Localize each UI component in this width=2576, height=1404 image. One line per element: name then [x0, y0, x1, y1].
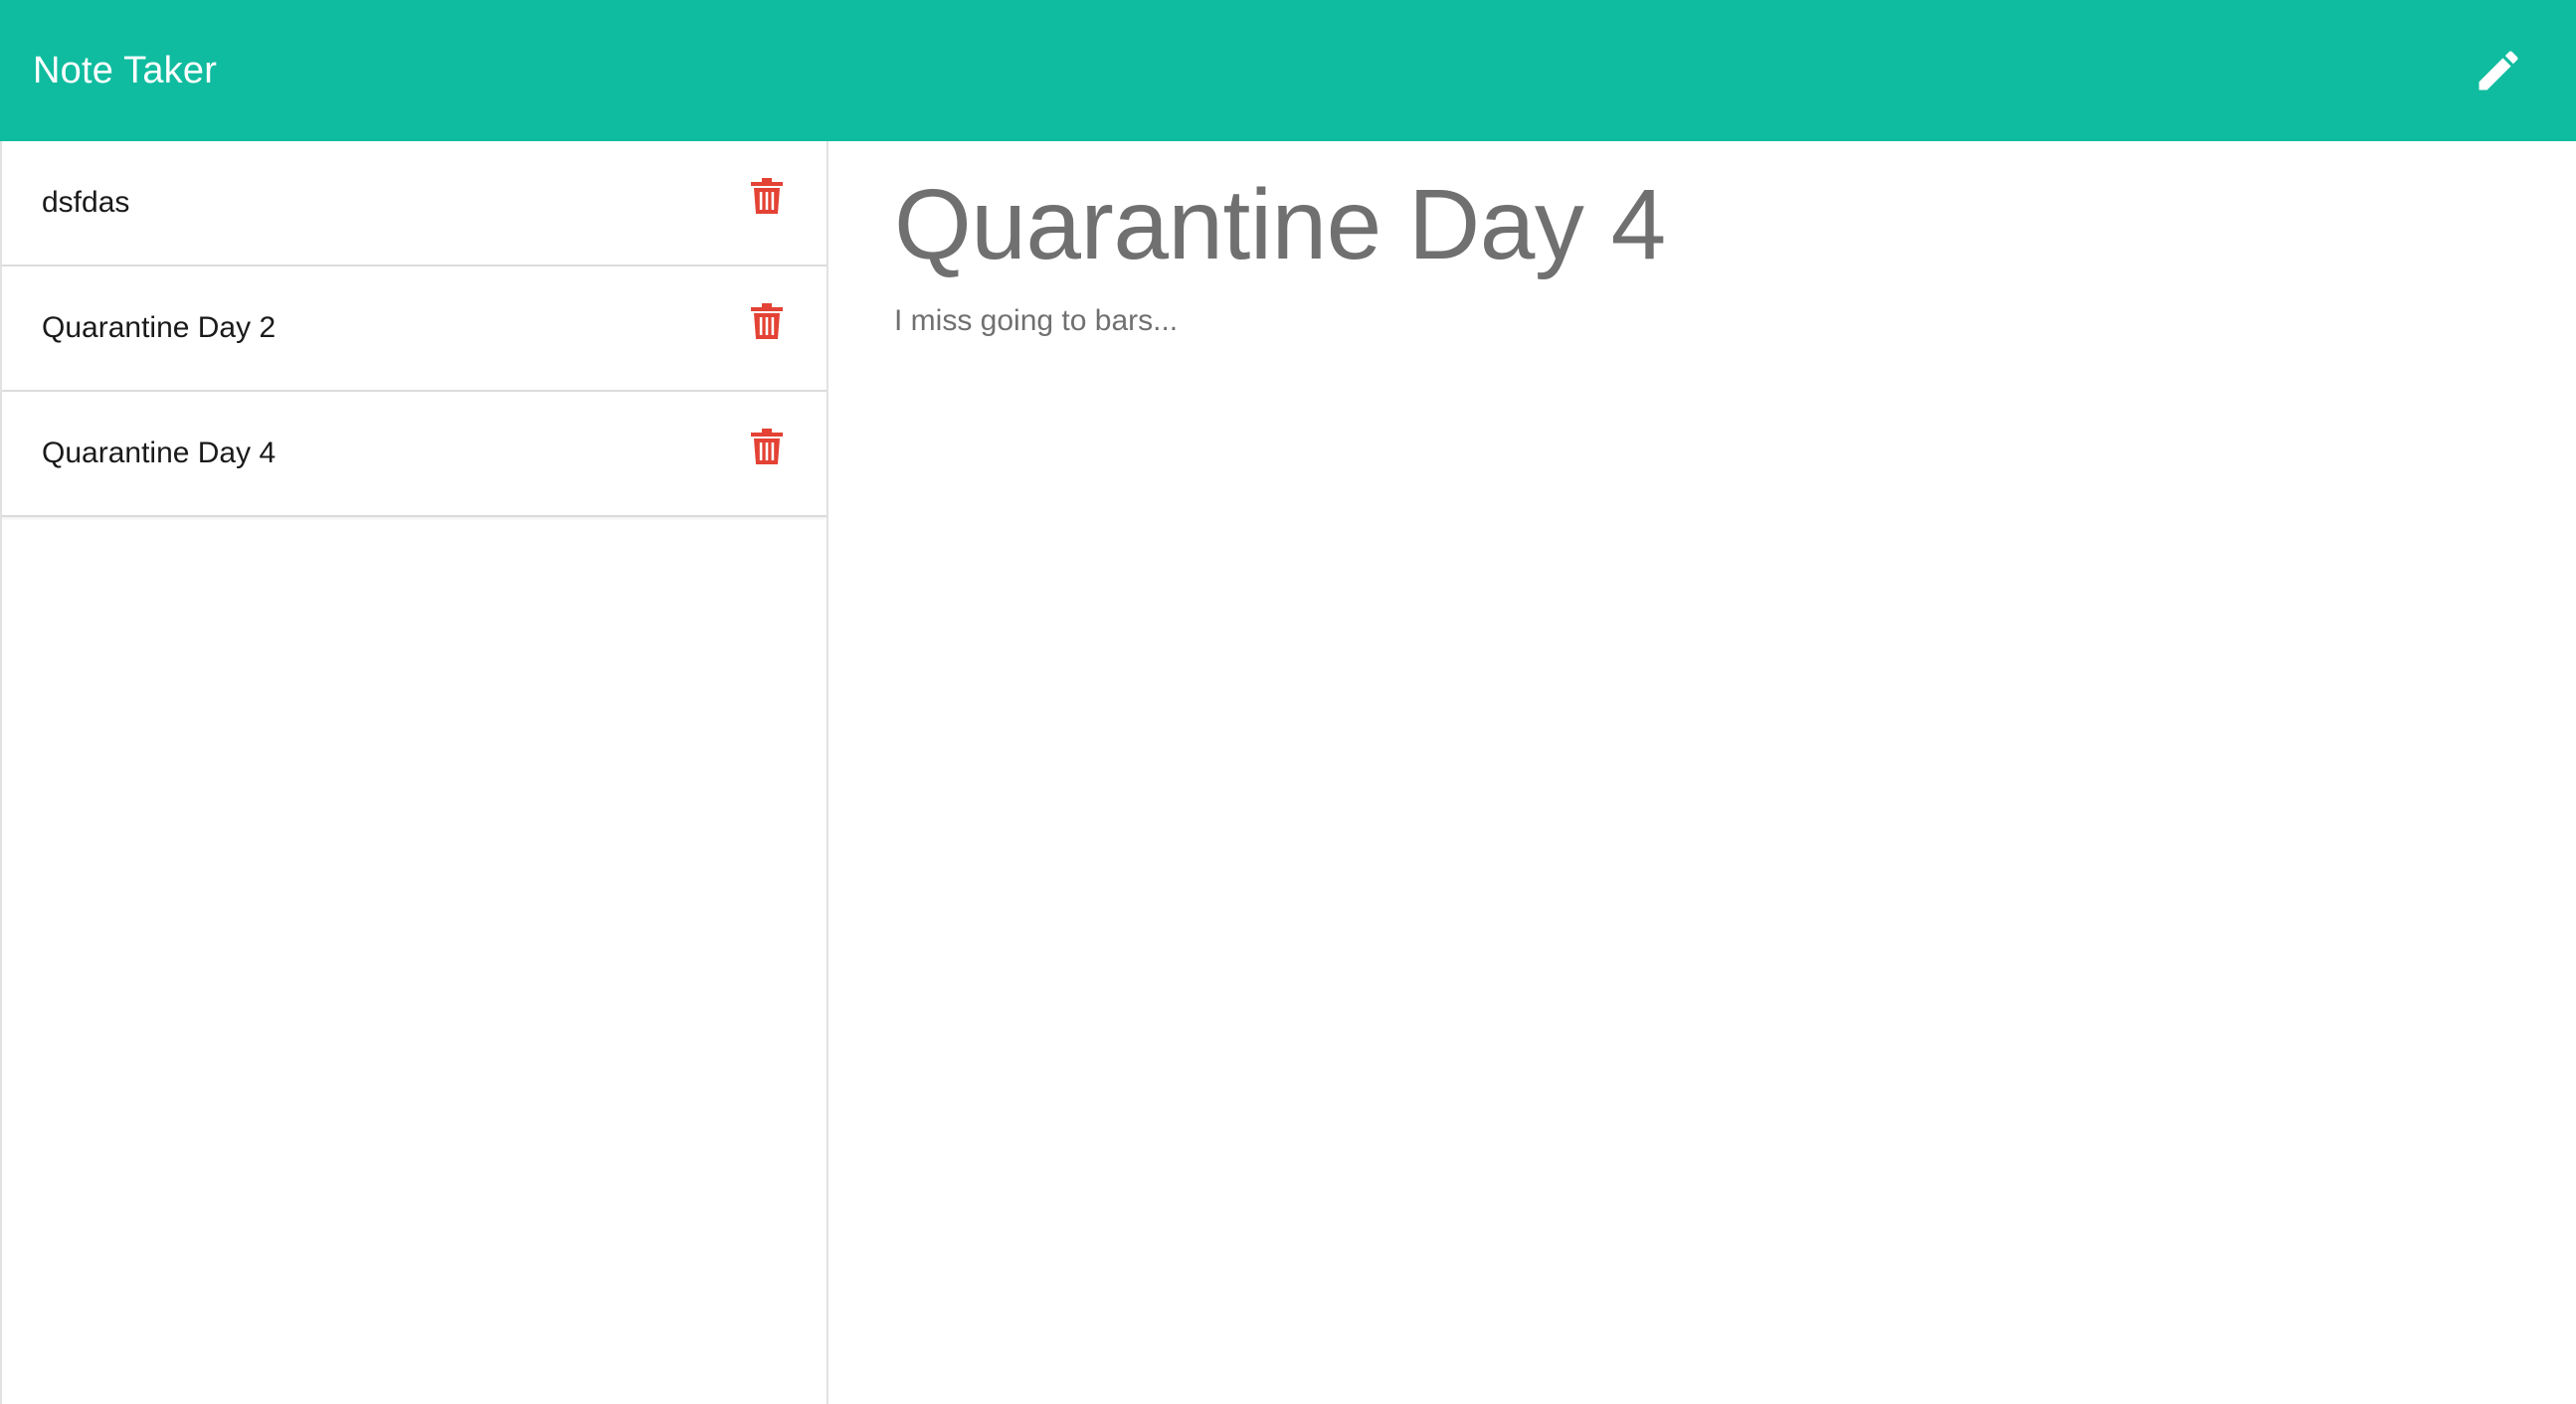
- delete-note-button[interactable]: [743, 172, 791, 220]
- brand-link[interactable]: Note Taker: [33, 50, 217, 92]
- note-text-field[interactable]: I miss going to bars...: [894, 304, 2512, 338]
- note-list: dsfdas Quarantine Day 2 Quarantine Day 4: [2, 141, 827, 517]
- note-title: Quarantine Day 4: [42, 437, 276, 469]
- note-editor: Quarantine Day 4 I miss going to bars...: [830, 141, 2576, 1404]
- navbar: Note Taker: [0, 0, 2576, 141]
- list-item[interactable]: Quarantine Day 4: [2, 392, 827, 517]
- trash-icon: [751, 303, 783, 339]
- trash-icon: [751, 429, 783, 464]
- pencil-icon: [2479, 51, 2518, 90]
- note-title: Quarantine Day 2: [42, 311, 276, 344]
- list-item[interactable]: dsfdas: [2, 141, 827, 266]
- new-note-button[interactable]: [2461, 33, 2536, 108]
- delete-note-button[interactable]: [743, 297, 791, 345]
- note-list-sidebar: dsfdas Quarantine Day 2 Quarantine Day 4: [0, 141, 828, 1404]
- delete-note-button[interactable]: [743, 423, 791, 470]
- list-item[interactable]: Quarantine Day 2: [2, 266, 827, 392]
- note-title: dsfdas: [42, 186, 130, 219]
- note-title-field[interactable]: Quarantine Day 4: [894, 165, 2512, 284]
- trash-icon: [751, 178, 783, 214]
